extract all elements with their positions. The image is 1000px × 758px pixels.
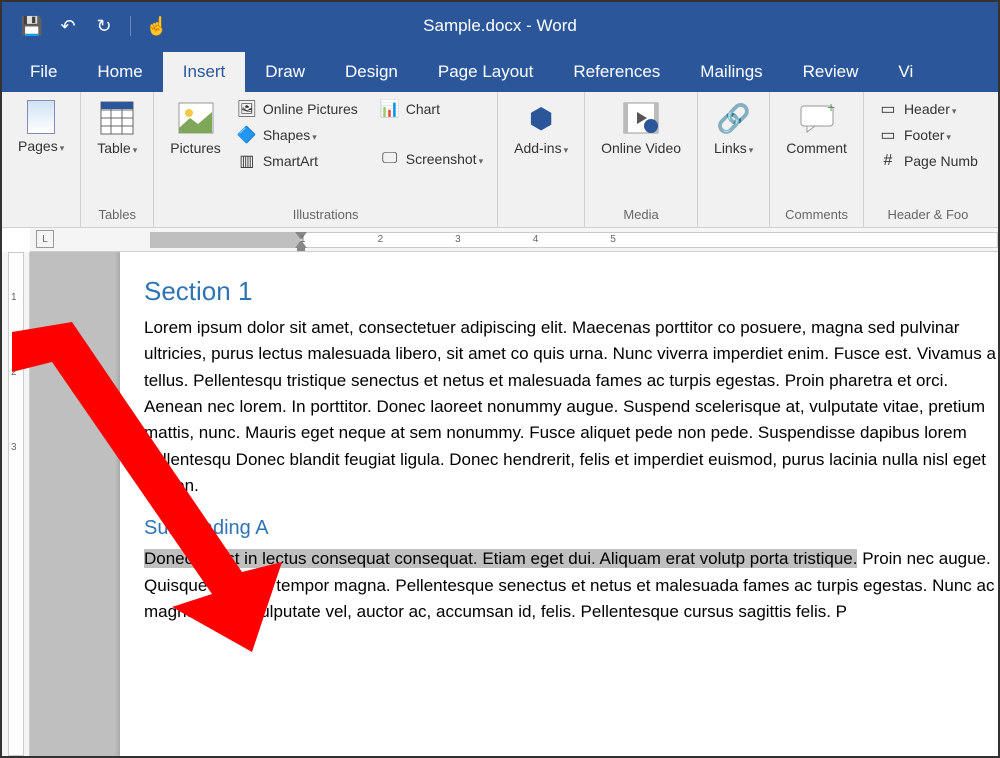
- online-video-button[interactable]: Online Video: [595, 98, 687, 158]
- tab-design[interactable]: Design: [325, 52, 418, 92]
- redo-icon[interactable]: ↻: [90, 12, 118, 40]
- page-icon: [27, 100, 55, 134]
- online-pictures-icon: 🖼: [237, 99, 257, 119]
- link-icon: 🔗: [716, 100, 752, 136]
- page-gutter: [30, 252, 120, 756]
- save-icon[interactable]: 💾: [18, 12, 46, 40]
- body-paragraph[interactable]: Lorem ipsum dolor sit amet, consectetuer…: [144, 315, 998, 499]
- header-button[interactable]: ▭Header: [874, 98, 982, 120]
- group-header-footer: ▭Header ▭Footer #Page Numb Header & Foo: [864, 92, 992, 227]
- online-pictures-button[interactable]: 🖼Online Pictures: [233, 98, 362, 120]
- body-paragraph[interactable]: Donec ut est in lectus consequat consequ…: [144, 546, 998, 625]
- group-addins: ⬢ Add-ins: [498, 92, 585, 227]
- selected-text[interactable]: Donec ut est in lectus consequat consequ…: [144, 549, 857, 568]
- document-page[interactable]: Section 1 Lorem ipsum dolor sit amet, co…: [120, 252, 998, 756]
- tab-mailings[interactable]: Mailings: [680, 52, 782, 92]
- group-label: [508, 205, 574, 225]
- tab-page-layout[interactable]: Page Layout: [418, 52, 553, 92]
- tab-home[interactable]: Home: [77, 52, 162, 92]
- group-label: Tables: [91, 205, 143, 225]
- comment-button[interactable]: + Comment: [780, 98, 853, 158]
- group-tables: Table Tables: [81, 92, 154, 227]
- svg-text:+: +: [827, 102, 835, 115]
- heading-1[interactable]: Section 1: [144, 276, 998, 307]
- undo-icon[interactable]: ↶: [54, 12, 82, 40]
- tab-selector[interactable]: L: [36, 230, 54, 248]
- quick-access-toolbar: 💾 ↶ ↻ ☝: [2, 12, 171, 40]
- tab-review[interactable]: Review: [783, 52, 879, 92]
- group-media: Online Video Media: [585, 92, 698, 227]
- window-title: Sample.docx - Word: [423, 16, 577, 36]
- group-label: Media: [595, 205, 687, 225]
- page-number-button[interactable]: #Page Numb: [874, 150, 982, 172]
- pictures-icon: [178, 100, 214, 136]
- group-label: [12, 205, 70, 225]
- workspace: 123 Section 1 Lorem ipsum dolor sit amet…: [2, 252, 998, 756]
- group-pages: Pages: [2, 92, 81, 227]
- group-label: Illustrations: [164, 205, 487, 225]
- smartart-button[interactable]: ▥SmartArt: [233, 150, 362, 172]
- group-illustrations: Pictures 🖼Online Pictures 🔷Shapes ▥Smart…: [154, 92, 498, 227]
- links-button[interactable]: 🔗 Links: [708, 98, 759, 158]
- horizontal-ruler[interactable]: L 12345: [30, 228, 998, 252]
- vertical-ruler[interactable]: 123: [2, 252, 30, 756]
- header-icon: ▭: [878, 99, 898, 119]
- tab-view[interactable]: Vi: [878, 52, 933, 92]
- tab-file[interactable]: File: [10, 52, 77, 92]
- group-comments: + Comment Comments: [770, 92, 864, 227]
- group-label: Header & Foo: [874, 205, 982, 225]
- group-label: [708, 205, 759, 225]
- tab-insert[interactable]: Insert: [163, 52, 246, 92]
- chart-icon: 📊: [380, 99, 400, 119]
- footer-icon: ▭: [878, 125, 898, 145]
- pages-button[interactable]: Pages: [12, 98, 70, 156]
- video-icon: [623, 100, 659, 136]
- group-links: 🔗 Links: [698, 92, 770, 227]
- ruler-numbers: 12345: [300, 234, 616, 245]
- group-label: Comments: [780, 205, 853, 225]
- table-icon: [99, 100, 135, 136]
- table-button[interactable]: Table: [91, 98, 143, 158]
- shapes-icon: 🔷: [237, 125, 257, 145]
- comment-icon: +: [799, 100, 835, 136]
- tab-draw[interactable]: Draw: [245, 52, 325, 92]
- chart-button[interactable]: 📊Chart: [376, 98, 487, 120]
- addins-button[interactable]: ⬢ Add-ins: [508, 98, 574, 158]
- tab-references[interactable]: References: [553, 52, 680, 92]
- screenshot-button[interactable]: 🖵Screenshot: [376, 148, 487, 170]
- addins-icon: ⬢: [523, 100, 559, 136]
- footer-button[interactable]: ▭Footer: [874, 124, 982, 146]
- ruler-numbers: 123: [11, 292, 17, 453]
- smartart-icon: ▥: [237, 151, 257, 171]
- screenshot-icon: 🖵: [380, 149, 400, 169]
- heading-2[interactable]: Subheading A: [144, 517, 998, 540]
- page-number-icon: #: [878, 151, 898, 171]
- ribbon-tabs: File Home Insert Draw Design Page Layout…: [2, 50, 998, 92]
- ribbon: Pages Table Tables Pictures 🖼On: [2, 92, 998, 228]
- title-bar: 💾 ↶ ↻ ☝ Sample.docx - Word: [2, 2, 998, 50]
- separator: [130, 16, 131, 36]
- pictures-button[interactable]: Pictures: [164, 98, 227, 158]
- touch-mode-icon[interactable]: ☝: [143, 12, 171, 40]
- shapes-button[interactable]: 🔷Shapes: [233, 124, 362, 146]
